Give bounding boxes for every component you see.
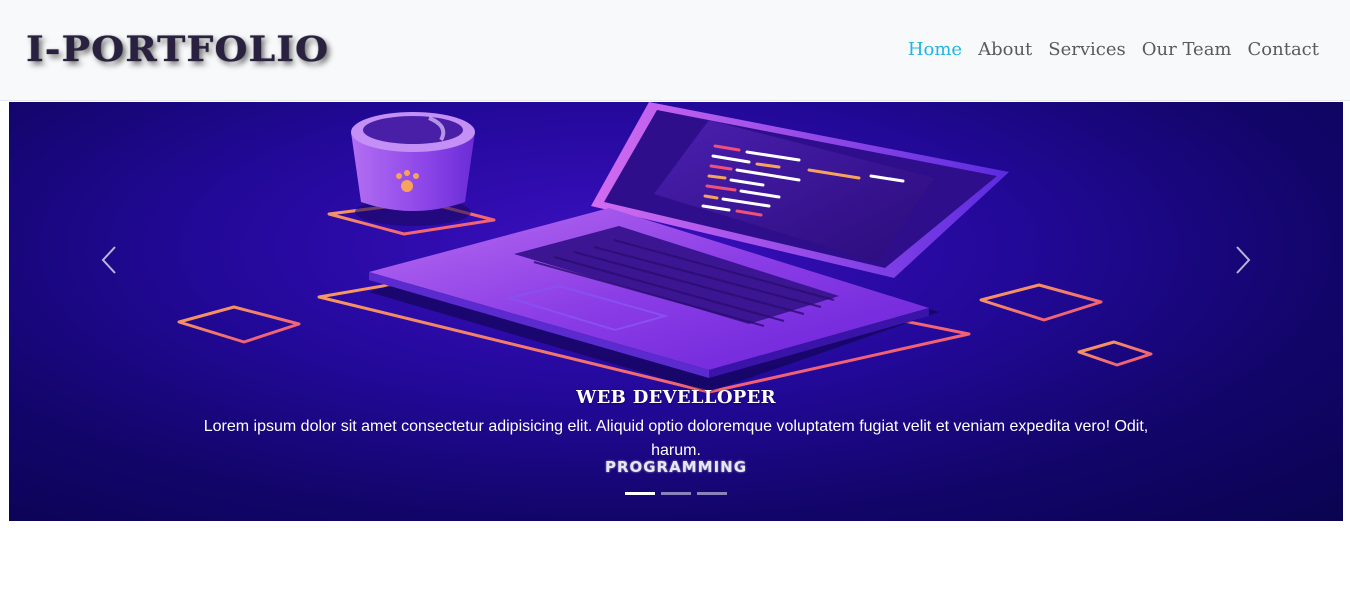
navbar: I-PORTFOLIO Home About Services Our Team… bbox=[0, 0, 1350, 101]
chevron-right-icon bbox=[1236, 246, 1251, 274]
carousel-indicator-2[interactable] bbox=[661, 492, 691, 495]
nav-link-home[interactable]: Home bbox=[908, 36, 962, 64]
hero-carousel: WEB DEVELLOPER Lorem ipsum dolor sit ame… bbox=[9, 102, 1343, 521]
brand-logo[interactable]: I-PORTFOLIO bbox=[26, 28, 329, 70]
chevron-left-icon bbox=[101, 246, 116, 274]
carousel-indicator-3[interactable] bbox=[697, 492, 727, 495]
nav-link-about[interactable]: About bbox=[978, 36, 1032, 64]
carousel-caption: WEB DEVELLOPER Lorem ipsum dolor sit ame… bbox=[189, 385, 1163, 463]
nav-link-our-team[interactable]: Our Team bbox=[1142, 36, 1232, 64]
caption-tag: PROGRAMMING bbox=[604, 458, 748, 476]
nav-link-contact[interactable]: Contact bbox=[1248, 36, 1319, 64]
carousel-next-button[interactable] bbox=[1223, 240, 1263, 280]
carousel-indicators bbox=[9, 492, 1343, 495]
nav-link-services[interactable]: Services bbox=[1048, 36, 1125, 64]
caption-text: Lorem ipsum dolor sit amet consectetur a… bbox=[203, 418, 1149, 459]
carousel-indicator-1[interactable] bbox=[625, 492, 655, 495]
nav-links: Home About Services Our Team Contact bbox=[908, 36, 1319, 64]
caption-title: WEB DEVELLOPER bbox=[576, 387, 776, 408]
carousel-prev-button[interactable] bbox=[89, 240, 129, 280]
